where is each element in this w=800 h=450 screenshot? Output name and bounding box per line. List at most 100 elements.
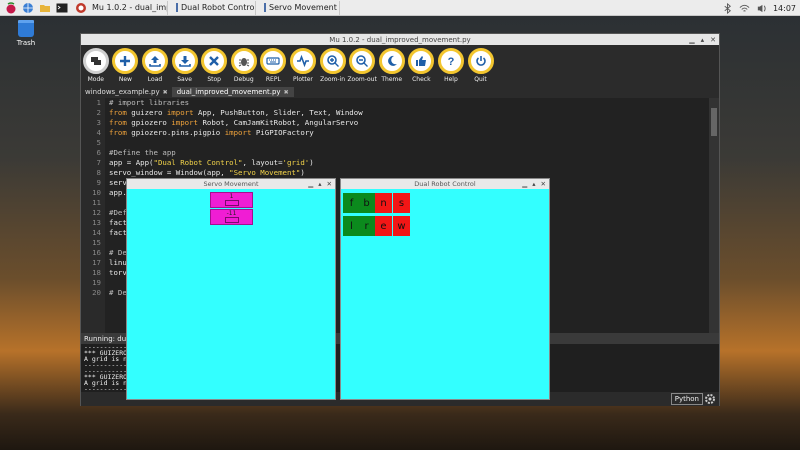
east-button[interactable]: e: [375, 216, 392, 236]
close-icon: [201, 48, 228, 74]
toolbar-plotter-button[interactable]: Plotter: [288, 48, 318, 83]
toolbar-repl-button[interactable]: REPL: [259, 48, 289, 83]
toolbar-debug-button[interactable]: Debug: [229, 48, 259, 83]
tab-dual-improved-movement[interactable]: dual_improved_movement.py ✖: [172, 87, 294, 97]
system-tray: 14:07: [722, 0, 796, 16]
trash-desktop-icon[interactable]: Trash: [10, 20, 42, 47]
keyword: from: [109, 128, 127, 137]
close-icon[interactable]: ✕: [541, 180, 546, 188]
toolbar-check-button[interactable]: Check: [407, 48, 437, 83]
code-text: gpiozero: [126, 118, 172, 127]
toolbar-label: Zoom-out: [347, 76, 377, 83]
toolbar-theme-button[interactable]: Theme: [377, 48, 407, 83]
wifi-icon[interactable]: [739, 3, 750, 14]
close-icon[interactable]: ✕: [327, 180, 332, 188]
browser-icon[interactable]: [21, 2, 34, 14]
tab-windows-example[interactable]: windows_example.py ✖: [81, 87, 173, 97]
north-button[interactable]: n: [375, 193, 392, 213]
slider-handle[interactable]: [225, 217, 239, 223]
toolbar-label: Load: [147, 76, 163, 83]
file-manager-icon[interactable]: [38, 2, 51, 14]
line-number: 5: [96, 138, 101, 147]
clock[interactable]: 14:07: [773, 4, 796, 13]
right-button[interactable]: r: [358, 216, 375, 236]
servo-slider-1[interactable]: 1: [210, 192, 253, 208]
task-servo-label: Servo Movement: [269, 3, 337, 12]
maximize-icon[interactable]: ▴: [532, 180, 535, 188]
toolbar-label: Plotter: [293, 76, 313, 83]
toolbar-stop-button[interactable]: Stop: [199, 48, 229, 83]
close-tab-icon[interactable]: ✖: [163, 89, 168, 96]
toolbar-label: Check: [412, 76, 431, 83]
servo-slider-2[interactable]: -11: [210, 209, 253, 225]
moon-icon: [378, 48, 405, 74]
toolbar-label: New: [118, 76, 132, 83]
mu-title-bar[interactable]: Mu 1.0.2 - dual_improved_movement.py ▁ ▴…: [81, 34, 719, 45]
task-mu-label: Mu 1.0.2 - dual_impr...: [92, 3, 167, 12]
volume-icon[interactable]: [756, 3, 767, 14]
line-number: 16: [92, 248, 101, 257]
slider-value: 1: [229, 193, 234, 200]
code-line: from gpiozero import Robot, CamJamKitRob…: [109, 118, 707, 128]
code-line: #Define the app: [109, 148, 176, 157]
task-mu[interactable]: Mu 1.0.2 - dual_impr...: [88, 0, 168, 15]
mu-app-icon[interactable]: [74, 2, 87, 14]
code-text: Robot, CamJamKitRobot, AngularServo: [198, 118, 359, 127]
code-text: servo_window = Window(app,: [109, 168, 230, 177]
task-servo-movement[interactable]: Servo Movement: [260, 0, 340, 15]
toolbar-help-button[interactable]: ? Help: [436, 48, 466, 83]
line-number: 8: [96, 168, 101, 177]
maximize-icon[interactable]: ▴: [318, 180, 321, 188]
toolbar-quit-button[interactable]: Quit: [466, 48, 496, 83]
raspberry-menu-icon[interactable]: [4, 1, 17, 14]
scrollbar-thumb[interactable]: [711, 108, 717, 136]
file-tabs: windows_example.py ✖ dual_improved_movem…: [81, 87, 719, 97]
minimize-icon[interactable]: ▁: [522, 180, 527, 188]
west-button[interactable]: w: [393, 216, 410, 236]
dual-title-bar[interactable]: Dual Robot Control ▁ ▴ ✕: [341, 179, 549, 189]
maximize-icon[interactable]: ▴: [701, 36, 705, 44]
minimize-icon[interactable]: ▁: [689, 36, 694, 44]
gear-icon[interactable]: [704, 393, 716, 405]
line-number: 3: [96, 118, 101, 127]
keyword: import: [171, 118, 199, 127]
slider-value: -11: [226, 210, 237, 217]
slider-handle[interactable]: [225, 200, 239, 206]
mode-icon: [82, 48, 109, 74]
line-number: 14: [92, 228, 101, 237]
line-number: 6: [96, 148, 101, 157]
window-icon: [176, 3, 178, 12]
minimize-icon[interactable]: ▁: [308, 180, 313, 188]
toolbar-zoom-out-button[interactable]: Zoom-out: [347, 48, 377, 83]
servo-title-bar[interactable]: Servo Movement ▁ ▴ ✕: [127, 179, 335, 189]
toolbar-mode-button[interactable]: Mode: [81, 48, 111, 83]
line-number: 19: [92, 278, 101, 287]
mode-indicator[interactable]: Python: [670, 393, 703, 405]
bug-icon: [230, 48, 257, 74]
dual-robot-control-window: Dual Robot Control ▁ ▴ ✕ f b n s l r e w: [340, 178, 550, 400]
line-number: 1: [96, 98, 101, 107]
close-tab-icon[interactable]: ✖: [284, 89, 289, 96]
code-text: PiGPIOFactory: [251, 128, 314, 137]
bluetooth-icon[interactable]: [722, 2, 733, 14]
toolbar-zoom-in-button[interactable]: Zoom-in: [318, 48, 348, 83]
thumbs-up-icon: [408, 48, 435, 74]
task-dual-robot-control[interactable]: Dual Robot Control: [172, 0, 256, 15]
backward-button[interactable]: b: [358, 193, 375, 213]
code-text: App, PushButton, Slider, Text, Window: [193, 108, 363, 117]
toolbar-new-button[interactable]: New: [111, 48, 141, 83]
close-icon[interactable]: ✕: [710, 36, 716, 44]
window-icon: [264, 3, 266, 12]
string-literal: "Servo Movement": [229, 168, 301, 177]
toolbar-load-button[interactable]: Load: [140, 48, 170, 83]
south-button[interactable]: s: [393, 193, 410, 213]
line-number: 11: [92, 198, 101, 207]
terminal-icon[interactable]: [55, 2, 68, 14]
dual-window-title: Dual Robot Control: [414, 180, 476, 188]
code-text: ): [309, 158, 314, 167]
toolbar-save-button[interactable]: Save: [170, 48, 200, 83]
keyword: from: [109, 118, 127, 127]
editor-scrollbar[interactable]: [709, 98, 719, 333]
line-number: 10: [92, 188, 101, 197]
toolbar-label: Debug: [233, 76, 254, 83]
